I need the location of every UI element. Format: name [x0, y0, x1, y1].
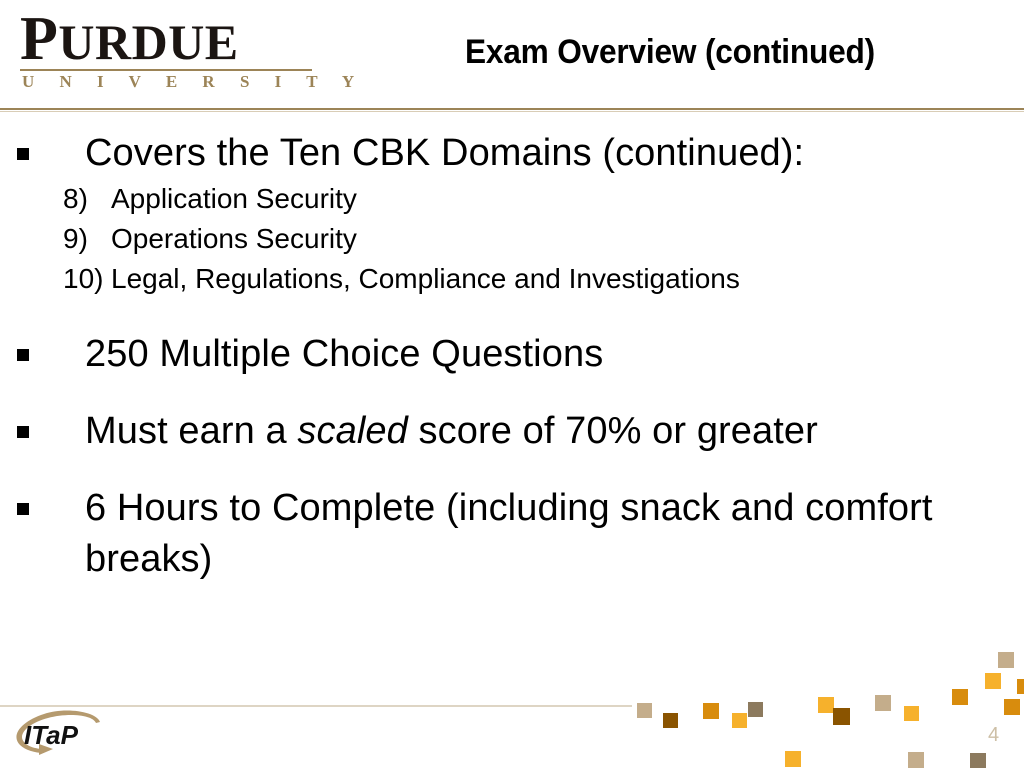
page-title: Exam Overview (continued) — [464, 33, 876, 71]
square-bullet-icon — [17, 426, 29, 438]
list-item-number: 10) — [63, 263, 104, 294]
decorative-square — [637, 703, 652, 718]
itap-logo: ITaP — [8, 708, 120, 760]
bullet-item: 250 Multiple Choice Questions — [0, 329, 1024, 380]
decorative-square — [998, 652, 1014, 668]
decorative-square — [985, 673, 1001, 689]
decorative-square — [732, 713, 747, 728]
bullet-item: Covers the Ten CBK Domains (continued): — [0, 128, 1024, 179]
square-bullet-icon — [17, 349, 29, 361]
itap-logo-graphic: ITaP — [16, 710, 101, 755]
square-bullet-icon — [17, 148, 29, 160]
list-item-label: Application Security — [111, 183, 357, 214]
slide-root: PURDUE U N I V E R S I T Y Exam Overview… — [0, 0, 1024, 768]
decorative-square — [875, 695, 891, 711]
header-divider — [0, 108, 1024, 112]
bullet-label: 250 Multiple Choice Questions — [85, 333, 604, 375]
decorative-square — [748, 702, 763, 717]
list-item-number: 8) — [63, 183, 88, 214]
list-item-label: Operations Security — [111, 223, 357, 254]
purdue-logo: PURDUE U N I V E R S I T Y — [20, 8, 365, 93]
list-item-label: Legal, Regulations, Compliance and Inves… — [111, 263, 740, 294]
decorative-square — [703, 703, 719, 719]
bullet-item: Must earn a scaled score of 70% or great… — [0, 406, 1024, 457]
decorative-square — [1017, 679, 1024, 694]
purdue-wordmark: PURDUE — [20, 8, 320, 70]
purdue-university-wordmark: U N I V E R S I T Y — [22, 72, 365, 91]
slide-header: PURDUE U N I V E R S I T Y Exam Overview… — [0, 0, 1024, 112]
itap-wordmark: ITaP — [24, 720, 79, 750]
square-bullet-icon — [17, 503, 29, 515]
bullet-label: 6 Hours to Complete (including snack and… — [85, 487, 933, 580]
decorative-square — [818, 697, 834, 713]
list-item: 10) Legal, Regulations, Compliance and I… — [0, 259, 1024, 299]
numbered-sub-list: 8) Application Security 9) Operations Se… — [0, 179, 1024, 299]
decorative-square — [663, 713, 678, 728]
decorative-square — [833, 708, 850, 725]
bullet-label-part: score of 70% or greater — [407, 410, 818, 452]
bullet-label: Must earn a scaled score of 70% or great… — [0, 406, 1024, 457]
decorative-square — [952, 689, 968, 705]
purdue-wordmark-rest: URDUE — [58, 14, 239, 70]
decorative-square — [970, 753, 986, 768]
page-number: 4 — [988, 724, 1000, 746]
list-item: 8) Application Security — [0, 179, 1024, 219]
list-item: 9) Operations Security — [0, 219, 1024, 259]
decorative-square — [908, 752, 924, 768]
decorative-square — [904, 706, 919, 721]
list-item-number: 9) — [63, 223, 88, 254]
decorative-square — [1004, 699, 1020, 715]
bullet-label-emphasis: scaled — [297, 410, 408, 452]
bullet-label: Covers the Ten CBK Domains (continued): — [85, 132, 805, 174]
bullet-item: 6 Hours to Complete (including snack and… — [0, 483, 1024, 585]
bullet-label-part: Must earn a — [85, 410, 298, 452]
decorative-square — [785, 751, 801, 767]
slide-body: Covers the Ten CBK Domains (continued): … — [0, 128, 1024, 698]
footer-divider — [0, 705, 632, 707]
purdue-wordmark-dropcap: P — [20, 5, 59, 73]
